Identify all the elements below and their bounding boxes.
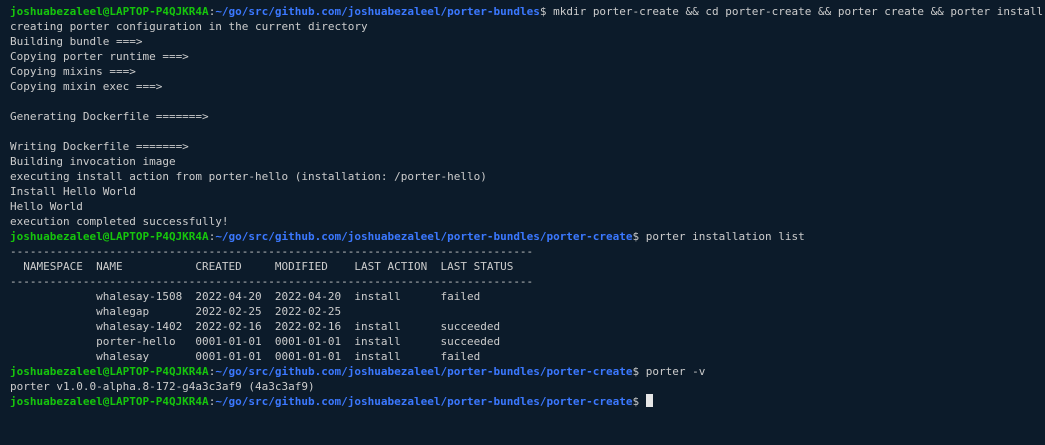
table-row: whalesay-1508 2022-04-20 2022-04-20 inst… [10, 290, 481, 303]
output-line: Building invocation image [10, 155, 176, 168]
table-row: whalesay 0001-01-01 0001-01-01 install f… [10, 350, 481, 363]
output-line: Install Hello World [10, 185, 136, 198]
command-text: porter -v [645, 365, 706, 378]
output-line: Copying mixins ===> [10, 65, 136, 78]
output-line: Building bundle ===> [10, 35, 143, 48]
table-separator: ----------------------------------------… [10, 245, 534, 258]
prompt-user-host: joshuabezaleel@LAPTOP-P4QJKR4A [10, 395, 209, 408]
version-output: porter v1.0.0-alpha.8-172-g4a3c3af9 (4a3… [10, 380, 315, 393]
table-separator: ----------------------------------------… [10, 275, 534, 288]
output-line: creating porter configuration in the cur… [10, 20, 368, 33]
output-line: executing install action from porter-hel… [10, 170, 487, 183]
prompt-user-host: joshuabezaleel@LAPTOP-P4QJKR4A [10, 365, 209, 378]
output-line: Copying porter runtime ===> [10, 50, 189, 63]
prompt-dollar: $ [632, 365, 646, 378]
prompt-path: ~/go/src/github.com/joshuabezaleel/porte… [215, 5, 540, 18]
output-line: execution completed successfully! [10, 215, 229, 228]
table-row: whalegap 2022-02-25 2022-02-25 [10, 305, 342, 318]
prompt-path: ~/go/src/github.com/joshuabezaleel/porte… [215, 395, 633, 408]
prompt-line: joshuabezaleel@LAPTOP-P4QJKR4A:~/go/src/… [10, 4, 1045, 19]
prompt-user-host: joshuabezaleel@LAPTOP-P4QJKR4A [10, 230, 209, 243]
prompt-user-host: joshuabezaleel@LAPTOP-P4QJKR4A [10, 5, 209, 18]
command-text: porter installation list [645, 230, 805, 243]
prompt-dollar: $ [632, 230, 646, 243]
command-text: mkdir porter-create && cd porter-create … [553, 5, 1045, 18]
output-line: Hello World [10, 200, 83, 213]
table-row: porter-hello 0001-01-01 0001-01-01 insta… [10, 335, 501, 348]
output-line: Generating Dockerfile =======> [10, 110, 209, 123]
prompt-path: ~/go/src/github.com/joshuabezaleel/porte… [215, 230, 633, 243]
table-row: whalesay-1402 2022-02-16 2022-02-16 inst… [10, 320, 501, 333]
prompt-dollar: $ [632, 395, 646, 408]
prompt-path: ~/go/src/github.com/joshuabezaleel/porte… [215, 365, 633, 378]
prompt-dollar: $ [539, 5, 554, 18]
output-line: Copying mixin exec ===> [10, 80, 163, 93]
prompt-line: joshuabezaleel@LAPTOP-P4QJKR4A:~/go/src/… [10, 364, 1045, 379]
text-cursor [645, 394, 653, 407]
output-line: Writing Dockerfile =======> [10, 140, 189, 153]
prompt-line: joshuabezaleel@LAPTOP-P4QJKR4A:~/go/src/… [10, 229, 1045, 244]
terminal-window[interactable]: joshuabezaleel@LAPTOP-P4QJKR4A:~/go/src/… [0, 0, 1045, 445]
table-header: NAMESPACE NAME CREATED MODIFIED LAST ACT… [10, 260, 514, 273]
active-prompt-line[interactable]: joshuabezaleel@LAPTOP-P4QJKR4A:~/go/src/… [10, 394, 1045, 409]
